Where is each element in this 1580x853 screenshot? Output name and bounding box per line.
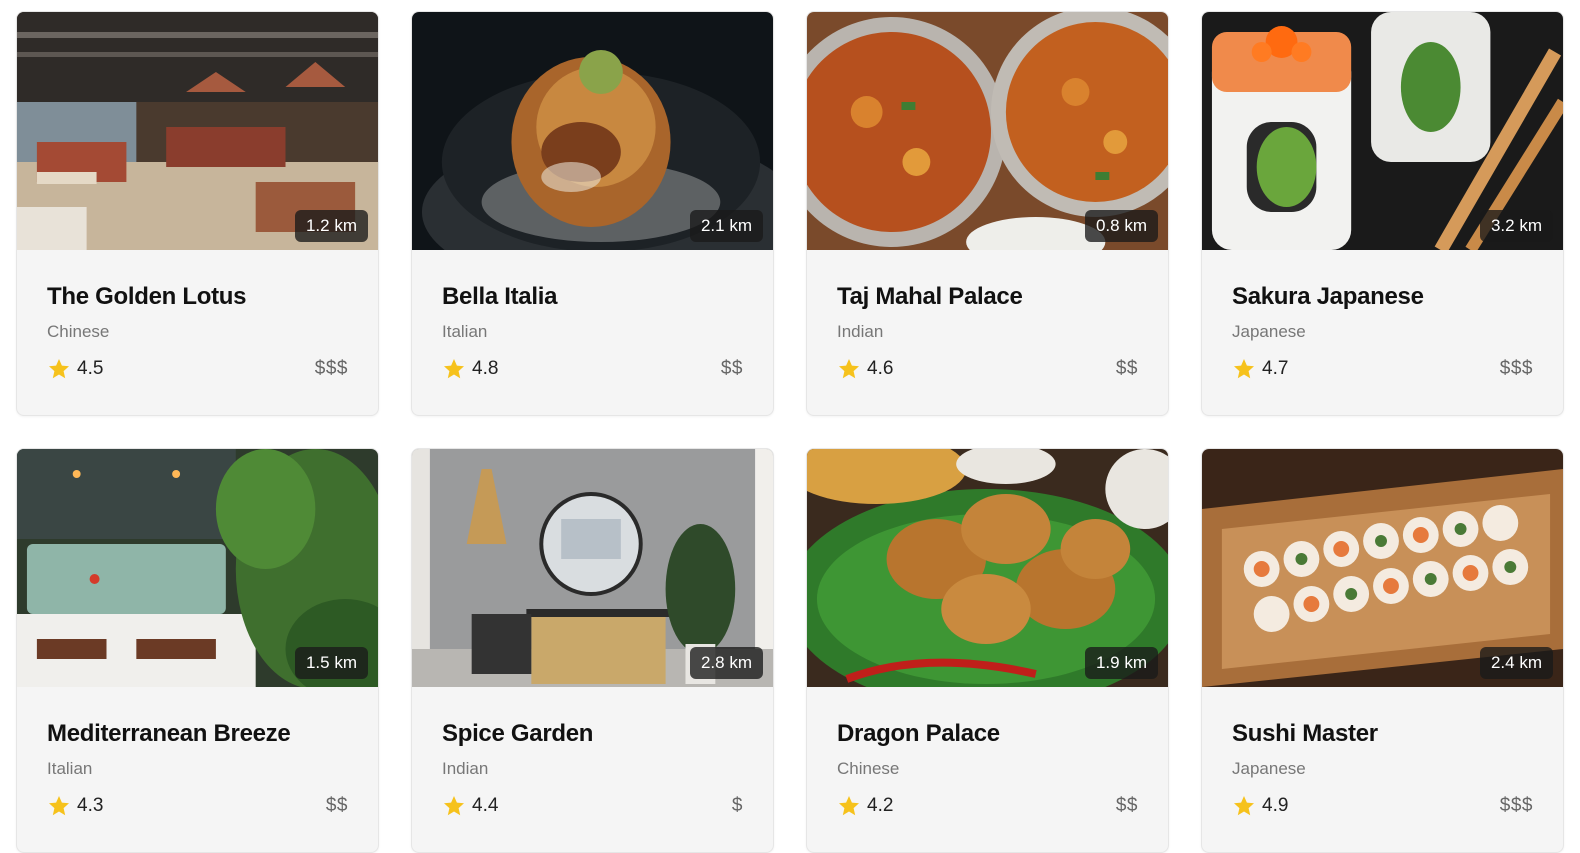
star-icon (49, 796, 69, 816)
rating-value: 4.2 (867, 795, 894, 816)
rating: 4.4 (442, 794, 498, 818)
cuisine-label: Japanese (1232, 759, 1306, 778)
rating: 4.6 (837, 357, 893, 381)
restaurant-name: Dragon Palace (837, 720, 1000, 747)
star-icon (49, 359, 69, 379)
star-icon (1234, 796, 1254, 816)
restaurant-card[interactable]: 2.1 km Bella Italia Italian 4.8 $$ (411, 11, 774, 416)
restaurant-card[interactable]: 2.4 km Sushi Master Japanese 4.9 $$$ (1201, 448, 1564, 853)
rating: 4.2 (837, 794, 893, 818)
rating: 4.9 (1232, 794, 1288, 818)
restaurant-image: 2.1 km (412, 12, 773, 250)
star-icon (839, 796, 859, 816)
distance-badge: 1.2 km (294, 210, 368, 242)
rating: 4.8 (442, 357, 498, 381)
rating: 4.3 (47, 794, 103, 818)
distance-badge: 3.2 km (1479, 210, 1553, 242)
distance-badge: 1.5 km (294, 647, 368, 679)
restaurant-card[interactable]: 1.9 km Dragon Palace Chinese 4.2 $$ (806, 448, 1169, 853)
restaurant-image: 2.4 km (1202, 449, 1563, 687)
restaurant-card[interactable]: 1.2 km The Golden Lotus Chinese 4.5 $$$ (16, 11, 379, 416)
rating-value: 4.9 (1262, 795, 1289, 816)
price-level: $$ (1115, 795, 1138, 816)
distance-badge: 2.8 km (689, 647, 763, 679)
cuisine-label: Chinese (47, 322, 110, 341)
restaurant-image: 2.8 km (412, 449, 773, 687)
rating-value: 4.8 (472, 358, 499, 379)
star-icon (444, 359, 464, 379)
distance-badge: 1.9 km (1084, 647, 1158, 679)
restaurant-image: 1.2 km (17, 12, 378, 250)
cuisine-label: Indian (442, 759, 489, 778)
restaurant-card[interactable]: 1.5 km Mediterranean Breeze Italian 4.3 … (16, 448, 379, 853)
restaurant-image: 3.2 km (1202, 12, 1563, 250)
distance-badge: 0.8 km (1084, 210, 1158, 242)
restaurant-name: Sushi Master (1232, 720, 1378, 747)
star-icon (839, 359, 859, 379)
rating-value: 4.7 (1262, 358, 1289, 379)
cuisine-label: Italian (442, 322, 488, 341)
cuisine-label: Indian (837, 322, 884, 341)
restaurant-grid: 1.2 km The Golden Lotus Chinese 4.5 $$$ (16, 11, 1564, 853)
cuisine-label: Japanese (1232, 322, 1306, 341)
rating-value: 4.5 (77, 358, 104, 379)
restaurant-name: Taj Mahal Palace (837, 283, 1023, 310)
rating: 4.7 (1232, 357, 1288, 381)
restaurant-image: 1.9 km (807, 449, 1168, 687)
restaurant-image: 0.8 km (807, 12, 1168, 250)
price-level: $$$ (1499, 795, 1533, 816)
price-level: $ (731, 795, 743, 816)
restaurant-card[interactable]: 3.2 km Sakura Japanese Japanese 4.7 $$$ (1201, 11, 1564, 416)
restaurant-name: Sakura Japanese (1232, 283, 1424, 310)
restaurant-name: Bella Italia (442, 283, 558, 310)
star-icon (1234, 359, 1254, 379)
price-level: $$ (325, 795, 348, 816)
price-level: $$$ (1499, 358, 1533, 379)
rating-value: 4.6 (867, 358, 894, 379)
restaurant-name: Mediterranean Breeze (47, 720, 291, 747)
restaurant-card[interactable]: 0.8 km Taj Mahal Palace Indian 4.6 $$ (806, 11, 1169, 416)
distance-badge: 2.1 km (689, 210, 763, 242)
restaurant-name: The Golden Lotus (47, 283, 247, 310)
price-level: $$ (1115, 358, 1138, 379)
rating-value: 4.4 (472, 795, 499, 816)
price-level: $$$ (314, 358, 348, 379)
price-level: $$ (720, 358, 743, 379)
distance-badge: 2.4 km (1479, 647, 1553, 679)
rating: 4.5 (47, 357, 103, 381)
restaurant-card[interactable]: 2.8 km Spice Garden Indian 4.4 $ (411, 448, 774, 853)
restaurant-name: Spice Garden (442, 720, 594, 747)
cuisine-label: Italian (47, 759, 93, 778)
rating-value: 4.3 (77, 795, 104, 816)
cuisine-label: Chinese (837, 759, 900, 778)
star-icon (444, 796, 464, 816)
restaurant-image: 1.5 km (17, 449, 378, 687)
